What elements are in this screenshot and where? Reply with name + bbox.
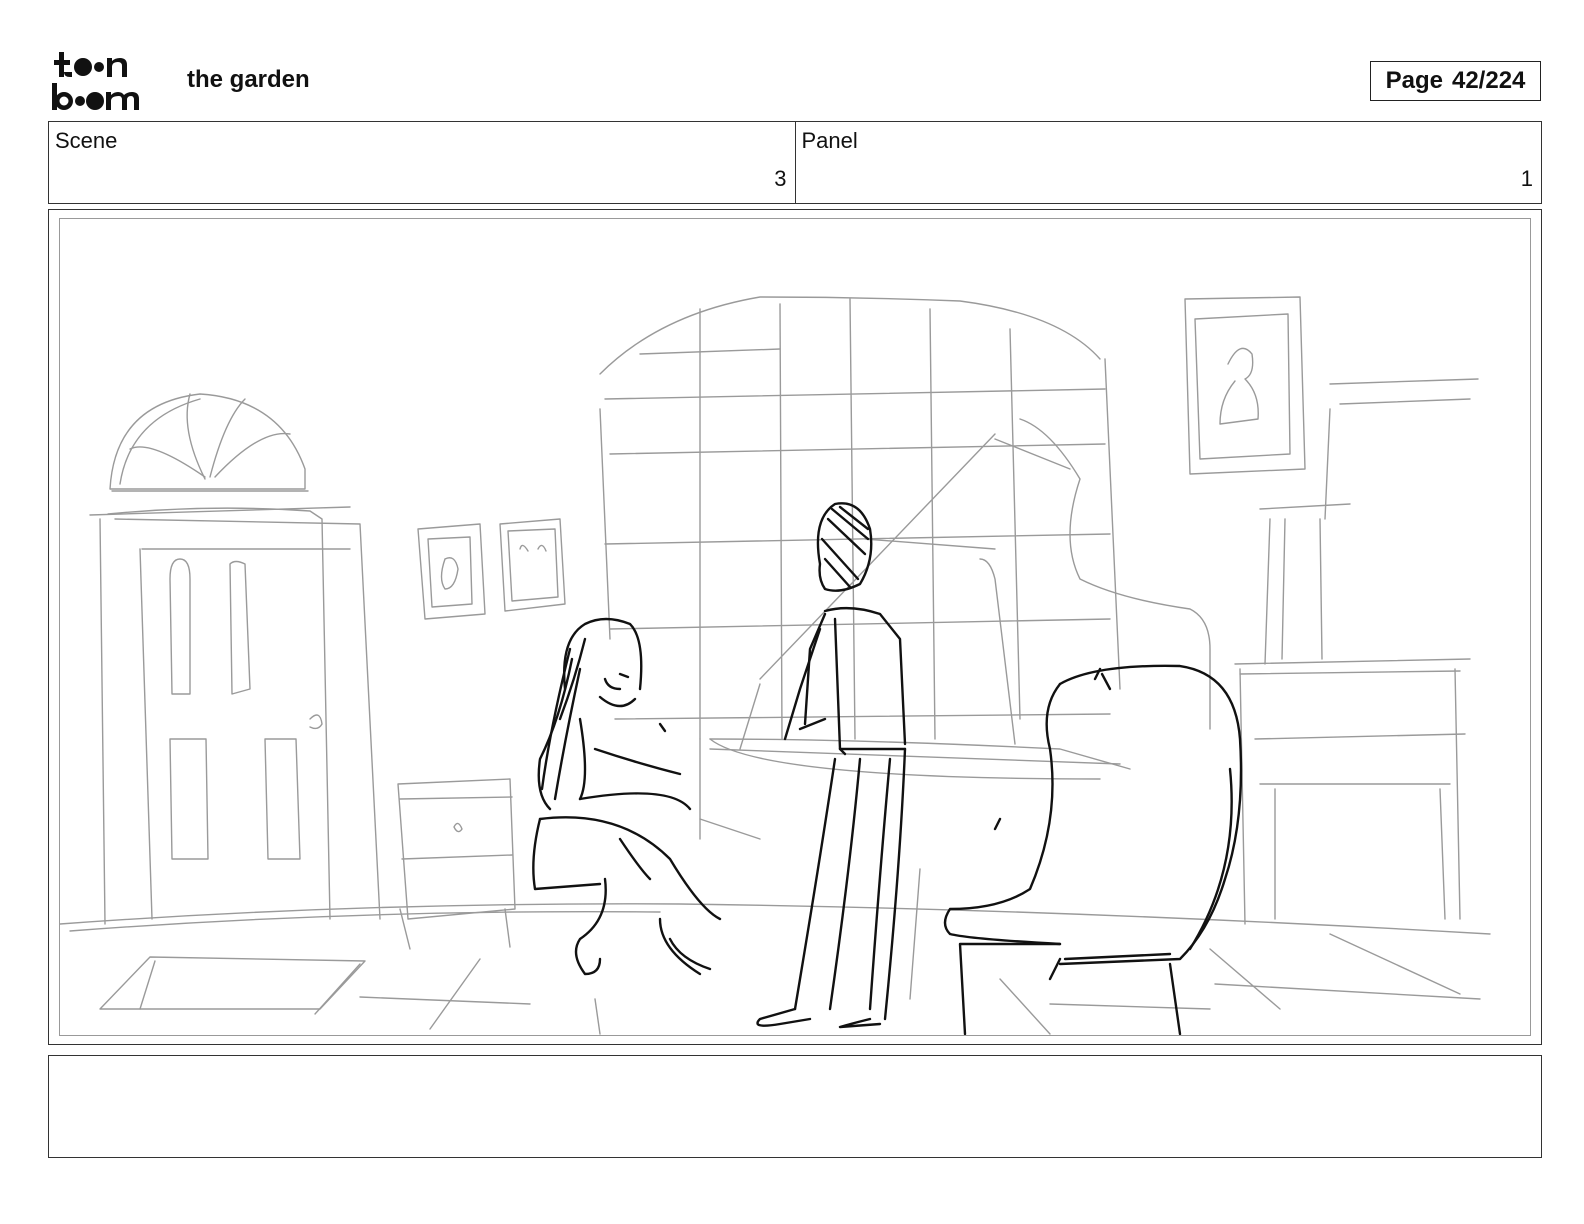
scene-label: Scene <box>55 128 118 153</box>
storyboard-sketch <box>59 218 1531 1036</box>
panel-label: Panel <box>801 128 858 153</box>
characters-sketch <box>532 502 1243 1035</box>
panel-cell: Panel 1 <box>794 122 1542 203</box>
background-room-sketch <box>60 296 1491 1035</box>
panel-number: 1 <box>1520 166 1533 191</box>
page-label: Page <box>1385 67 1443 94</box>
project-title: the garden <box>187 66 310 93</box>
scene-cell: Scene 3 <box>49 122 795 203</box>
panel-frame <box>48 209 1542 1045</box>
scene-panel-info: Scene 3 Panel 1 <box>48 121 1542 204</box>
page-number: 42/224 <box>1451 67 1526 94</box>
panel-notes-box <box>48 1055 1542 1158</box>
scene-number: 3 <box>774 166 787 191</box>
page-indicator: Page 42/224 <box>1370 61 1541 101</box>
toon-boom-logo <box>50 50 165 112</box>
